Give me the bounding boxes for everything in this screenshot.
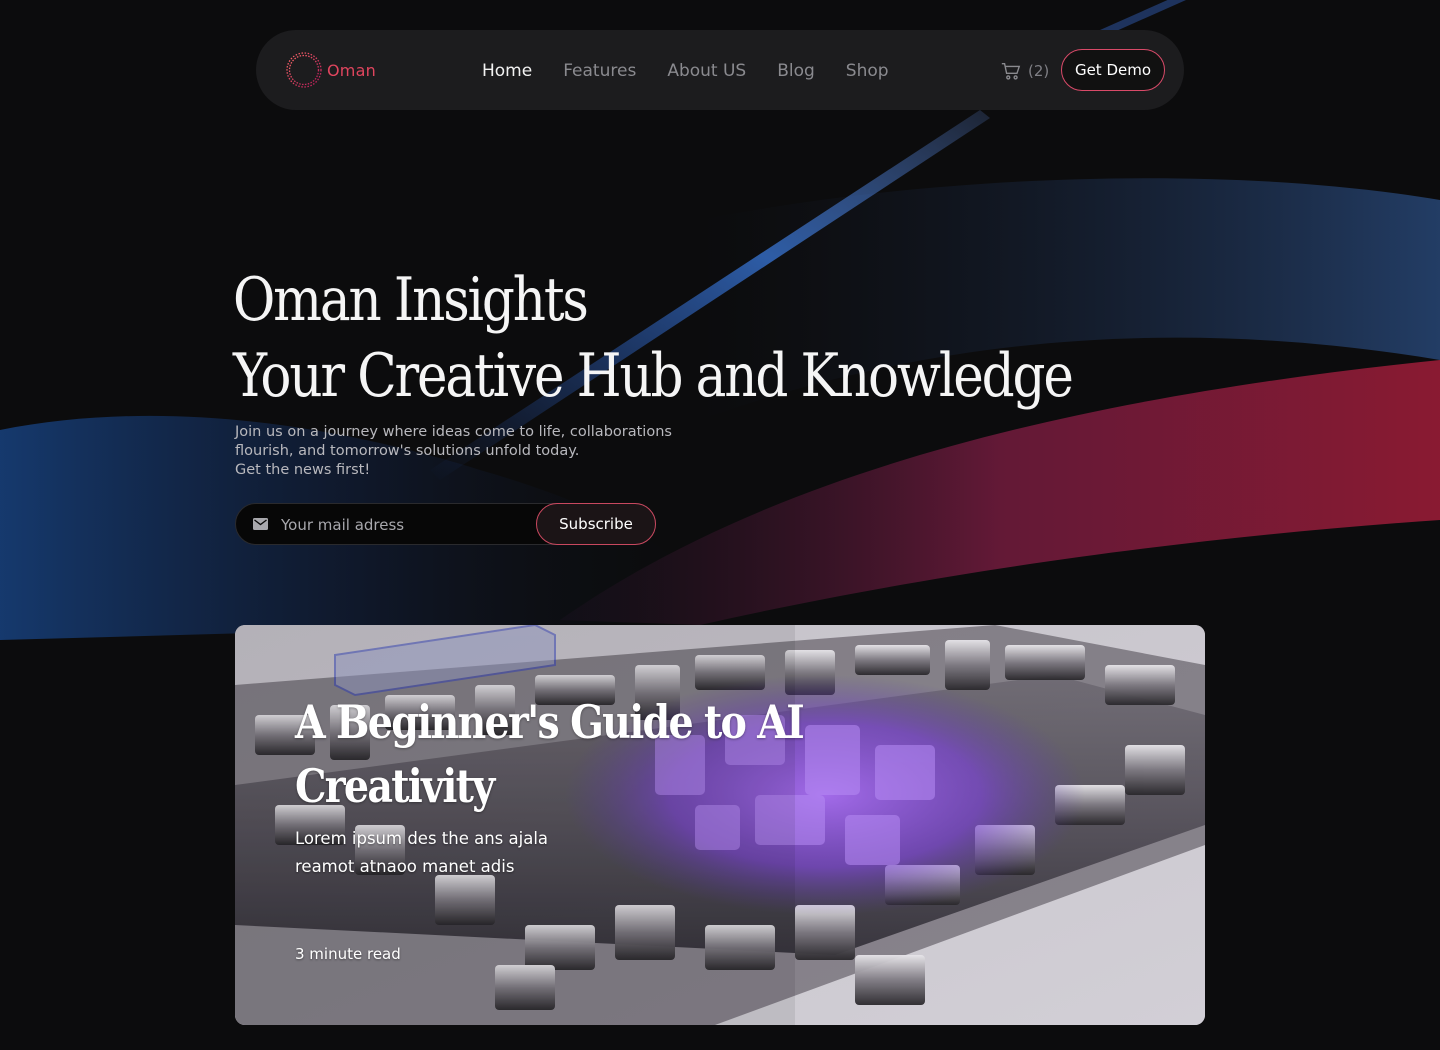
card-title-line-1: A Beginner's Guide to AI	[295, 695, 805, 749]
nav-about-us[interactable]: About US	[667, 60, 746, 82]
hero-subtitle-line-3: Get the news first!	[235, 462, 371, 478]
featured-article-card[interactable]: A Beginner's Guide to AI Creativity Lore…	[235, 625, 1205, 1025]
read-time: 3 minute read	[295, 945, 401, 963]
brand-name: Oman	[327, 60, 376, 80]
subscribe-form: Subscribe	[235, 503, 656, 545]
cart-count: (2)	[1028, 62, 1050, 80]
card-description: Lorem ipsum des the ans ajala reamot atn…	[295, 825, 595, 881]
cart-button[interactable]: (2)	[1000, 60, 1049, 82]
brand-logo[interactable]: Oman	[284, 50, 376, 90]
card-description-line-2: reamot atnaoo manet adis	[295, 857, 515, 876]
hero-title: Oman Insights Your Creative Hub and Know…	[233, 262, 1093, 414]
card-title-line-2: Creativity	[295, 759, 495, 813]
cart-icon	[1001, 62, 1021, 80]
hero-subtitle: Join us on a journey where ideas come to…	[235, 423, 755, 480]
top-navbar: Oman Home Features About US Blog Shop (2…	[256, 30, 1184, 110]
subscribe-button[interactable]: Subscribe	[536, 503, 656, 545]
nav-home[interactable]: Home	[482, 60, 532, 82]
hero-subtitle-line-1: Join us on a journey where ideas come to…	[235, 424, 672, 440]
logo-icon	[286, 52, 322, 88]
hero-title-line-1: Oman Insights	[233, 265, 589, 335]
hero-subtitle-line-2: flourish, and tomorrow's solutions unfol…	[235, 443, 580, 459]
get-demo-button[interactable]: Get Demo	[1061, 49, 1165, 91]
email-input[interactable]	[281, 514, 521, 536]
card-description-line-1: Lorem ipsum des the ans ajala	[295, 829, 549, 848]
nav-shop[interactable]: Shop	[846, 60, 889, 82]
card-title: A Beginner's Guide to AI Creativity	[295, 690, 845, 818]
nav-features[interactable]: Features	[563, 60, 636, 82]
main-menu: Home Features About US Blog Shop	[482, 60, 920, 82]
nav-blog[interactable]: Blog	[777, 60, 815, 82]
hero-title-line-2: Your Creative Hub and Knowledge	[233, 341, 1074, 411]
mail-icon	[253, 518, 268, 530]
